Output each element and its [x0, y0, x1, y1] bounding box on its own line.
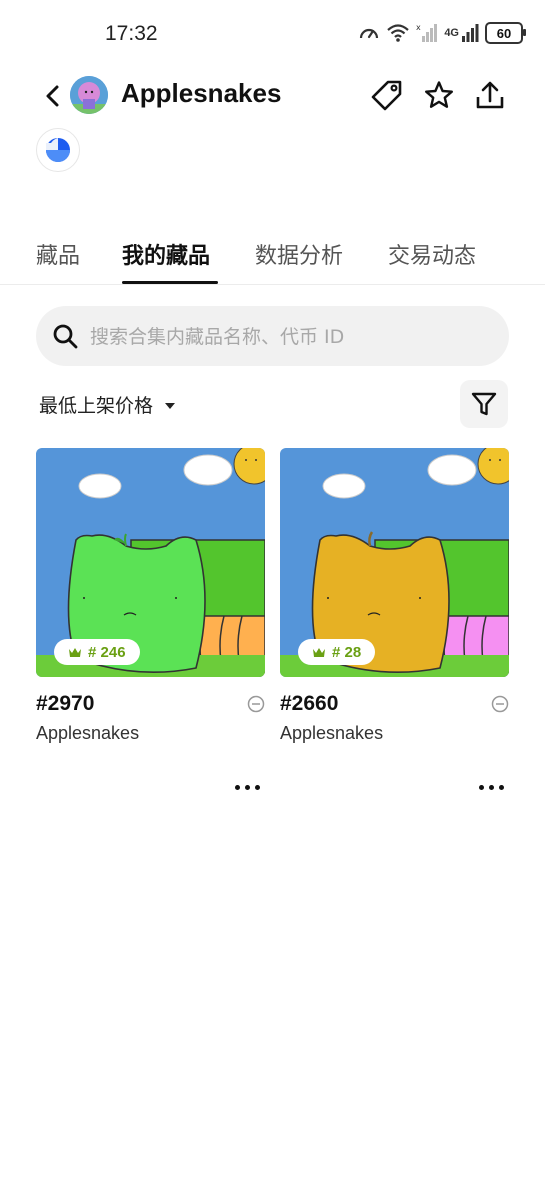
- chain-badge[interactable]: [36, 128, 80, 172]
- collection-avatar: [70, 76, 108, 114]
- signal-full-icon: [462, 24, 479, 42]
- status-icons: x 4G 60: [358, 22, 526, 44]
- sort-dropdown[interactable]: 最低上架价格: [39, 391, 176, 418]
- share-button[interactable]: [473, 78, 507, 112]
- dot-icon: [498, 784, 504, 790]
- rarity-rank-badge: # 28: [298, 639, 376, 665]
- search-bar[interactable]: [36, 306, 509, 368]
- dot-icon: [234, 784, 240, 790]
- tab-activity[interactable]: 交易动态: [388, 238, 476, 270]
- search-icon: [53, 324, 78, 349]
- signal-icon: x: [416, 23, 438, 42]
- sort-label: 最低上架价格: [39, 395, 154, 417]
- more-options-button[interactable]: [473, 777, 509, 797]
- tag-icon: [371, 80, 402, 111]
- collection-name: Applesnakes: [36, 723, 140, 743]
- dot-icon: [254, 784, 260, 790]
- collection-header: Applesnakes: [0, 70, 545, 126]
- favorite-button[interactable]: [422, 78, 456, 112]
- tag-button[interactable]: [370, 78, 404, 112]
- status-bar: 17:32 x 4G 60: [0, 0, 545, 70]
- svg-text:x: x: [416, 23, 421, 32]
- speed-icon: [360, 28, 379, 39]
- tab-bar: 藏品 我的藏品 数据分析 交易动态: [0, 226, 545, 285]
- chevron-left-icon: [46, 85, 59, 107]
- share-icon: [476, 81, 504, 109]
- back-button[interactable]: [38, 82, 66, 110]
- star-icon: [425, 81, 453, 108]
- nft-image[interactable]: # 246: [36, 448, 265, 677]
- not-listed-icon: [247, 695, 265, 713]
- network-type: 4G: [444, 27, 459, 39]
- nft-image[interactable]: # 28: [280, 448, 509, 677]
- nft-card[interactable]: # 246 #2970 Applesnakes: [36, 448, 265, 790]
- more-options-button[interactable]: [229, 777, 265, 797]
- dot-icon: [244, 784, 250, 790]
- tab-analytics[interactable]: 数据分析: [255, 238, 343, 270]
- collection-title: Applesnakes: [121, 78, 282, 108]
- tab-items[interactable]: 藏品: [36, 238, 80, 270]
- crown-icon: [69, 647, 81, 657]
- filter-icon: [471, 392, 497, 416]
- active-tab-indicator: [122, 281, 218, 284]
- search-input[interactable]: [88, 306, 492, 368]
- collection-name: Applesnakes: [280, 723, 384, 743]
- token-id: #2660: [280, 692, 339, 715]
- rarity-rank-badge: # 246: [54, 639, 140, 665]
- tab-my-items[interactable]: 我的藏品: [122, 238, 210, 270]
- battery-indicator: 60: [485, 22, 526, 44]
- crown-icon: [313, 647, 325, 657]
- caret-down-icon: [165, 402, 176, 409]
- dot-icon: [478, 784, 484, 790]
- nft-card[interactable]: # 28 #2660 Applesnakes: [280, 448, 509, 790]
- filter-button[interactable]: [460, 380, 508, 428]
- token-id: #2970: [36, 692, 95, 715]
- wifi-icon: [387, 24, 410, 42]
- status-time: 17:32: [105, 22, 158, 45]
- rarity-rank: # 28: [332, 643, 362, 661]
- rarity-rank: # 246: [88, 643, 126, 661]
- chain-logo-icon: [46, 138, 70, 162]
- dot-icon: [488, 784, 494, 790]
- not-listed-icon: [491, 695, 509, 713]
